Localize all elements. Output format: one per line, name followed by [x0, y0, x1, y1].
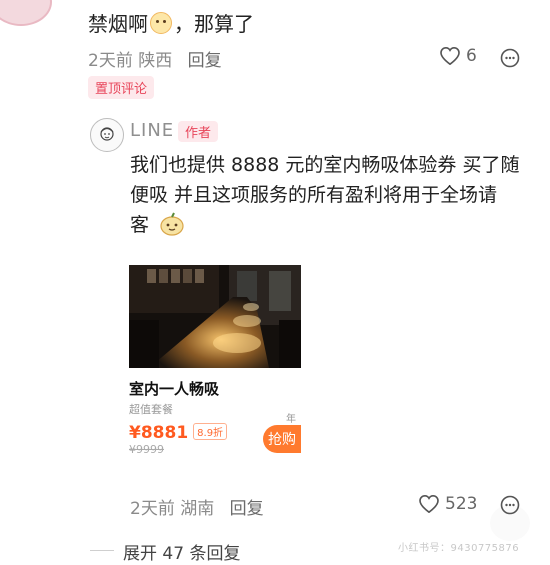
- year-tag: 年: [286, 414, 296, 425]
- comment-text: 禁烟啊 ，那算了: [88, 12, 254, 36]
- reply-like-button[interactable]: 523: [419, 494, 477, 514]
- watermark: 小红书号：9430775876: [398, 543, 520, 554]
- like-button[interactable]: 6: [440, 46, 477, 66]
- product-price: ¥8881 8.9折: [129, 423, 228, 443]
- product-image[interactable]: [129, 265, 301, 368]
- product-subtitle: 超值套餐: [129, 403, 173, 416]
- comment-time: 2天前: [88, 51, 133, 71]
- reply-like-count: 523: [445, 494, 478, 514]
- reply-reply-button[interactable]: 回复: [230, 499, 264, 519]
- crying-face-icon: [150, 12, 172, 34]
- comment-meta: 2天前 陕西 回复: [88, 46, 222, 71]
- pear-face-icon: [160, 212, 184, 236]
- reply-text: 我们也提供 8888 元的室内畅吸体验券 买了随 便吸 并且这项服务的所有盈利将…: [130, 154, 520, 236]
- like-count: 6: [466, 46, 477, 66]
- comment-location: 陕西: [138, 51, 173, 71]
- more-icon[interactable]: [500, 48, 520, 68]
- reply-time: 2天前: [130, 499, 175, 519]
- author-avatar[interactable]: [90, 118, 124, 152]
- reply-meta: 2天前 湖南 回复: [130, 494, 264, 519]
- avatar[interactable]: [0, 0, 52, 26]
- reply-button[interactable]: 回复: [188, 51, 222, 71]
- author-badge: 作者: [178, 121, 219, 142]
- product-title[interactable]: 室内一人畅吸: [129, 378, 219, 399]
- sketch-avatar-icon: [100, 127, 114, 141]
- divider: [90, 550, 114, 551]
- expand-replies-button[interactable]: 展开 47 条回复: [123, 539, 240, 564]
- more-icon[interactable]: [500, 495, 520, 515]
- bar-interior-image: [129, 265, 301, 368]
- pinned-badge: 置顶评论: [88, 76, 155, 99]
- heart-icon: [440, 47, 460, 65]
- original-price: ¥9999: [129, 443, 164, 456]
- author-name[interactable]: LINE: [130, 120, 174, 141]
- reply-location: 湖南: [180, 499, 215, 519]
- buy-button[interactable]: 抢购: [263, 425, 301, 453]
- discount-badge: 8.9折: [193, 423, 228, 440]
- heart-icon: [419, 495, 439, 513]
